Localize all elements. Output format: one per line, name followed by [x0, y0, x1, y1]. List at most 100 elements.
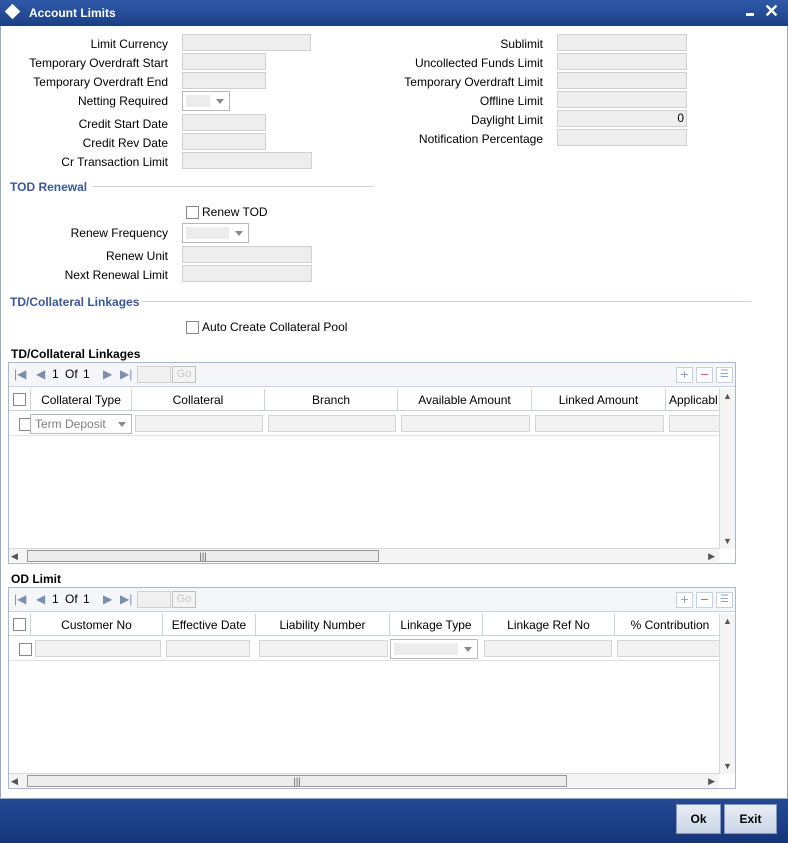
add-row-icon[interactable]: + — [676, 367, 693, 383]
column-header[interactable]: Collateral Type — [31, 389, 132, 411]
uncollected-funds-limit-label: Uncollected Funds Limit — [414, 56, 543, 70]
page-number-input[interactable] — [137, 591, 171, 608]
collateral-type-select[interactable]: Term Deposit — [30, 414, 132, 434]
close-icon[interactable]: ✕ — [764, 1, 779, 21]
vertical-scrollbar[interactable]: ▲ ▼ — [719, 389, 735, 549]
vertical-scrollbar[interactable]: ▲ ▼ — [719, 614, 735, 774]
page-number-input[interactable] — [137, 366, 171, 383]
available-amount-input[interactable] — [401, 415, 530, 432]
exit-button[interactable]: Exit — [724, 804, 777, 834]
notification-percentage-input[interactable] — [557, 129, 687, 146]
temp-overdraft-start-label: Temporary Overdraft Start — [29, 56, 168, 70]
contribution-input[interactable] — [617, 640, 721, 657]
horizontal-scrollbar[interactable]: ◀ ||| ▶ — [9, 773, 719, 787]
limit-currency-input[interactable] — [182, 34, 311, 51]
daylight-limit-input[interactable]: 0 — [557, 110, 687, 127]
branch-input[interactable] — [268, 415, 396, 432]
single-view-icon[interactable]: ☰ — [716, 592, 733, 608]
select-all-checkbox[interactable] — [13, 618, 26, 631]
temp-overdraft-end-label: Temporary Overdraft End — [33, 75, 168, 89]
temp-overdraft-end-input[interactable] — [182, 72, 266, 89]
prev-page-icon[interactable]: ◀ — [36, 592, 45, 606]
column-header[interactable]: Customer No — [31, 614, 163, 636]
collateral-grid-title: TD/Collateral Linkages — [11, 347, 141, 361]
scroll-up-icon[interactable]: ▲ — [723, 615, 732, 627]
renew-unit-label: Renew Unit — [105, 249, 168, 263]
auto-create-collateral-pool-checkbox[interactable] — [186, 321, 199, 334]
scroll-right-icon[interactable]: ▶ — [708, 550, 715, 562]
delete-row-icon[interactable]: − — [696, 592, 713, 608]
linkage-type-select[interactable] — [390, 639, 478, 659]
temp-overdraft-start-input[interactable] — [182, 53, 266, 70]
credit-start-date-input[interactable] — [182, 114, 266, 131]
go-button[interactable]: Go — [172, 591, 196, 608]
scroll-down-icon[interactable]: ▼ — [723, 760, 732, 772]
first-page-icon[interactable]: |◀ — [14, 592, 26, 606]
renew-frequency-select[interactable] — [182, 223, 249, 243]
collateral-input[interactable] — [135, 415, 263, 432]
column-header[interactable]: % Contribution — [615, 614, 726, 636]
netting-required-select[interactable] — [182, 91, 230, 111]
column-header[interactable]: Linkage Ref No — [483, 614, 615, 636]
table-row: Term Deposit — [9, 412, 721, 436]
column-header[interactable]: Available Amount — [398, 389, 532, 411]
add-row-icon[interactable]: + — [676, 592, 693, 608]
current-page: 1 — [52, 367, 59, 381]
temp-overdraft-limit-input[interactable] — [557, 72, 687, 89]
last-page-icon[interactable]: ▶| — [120, 592, 132, 606]
offline-limit-input[interactable] — [557, 91, 687, 108]
scroll-thumb[interactable]: ||| — [27, 775, 567, 787]
scroll-left-icon[interactable]: ◀ — [11, 775, 18, 787]
applicable-input[interactable] — [669, 415, 721, 432]
column-header[interactable]: Effective Date — [163, 614, 256, 636]
select-all-cell — [9, 614, 31, 636]
column-header[interactable]: Linked Amount — [532, 389, 666, 411]
linked-amount-input[interactable] — [535, 415, 664, 432]
row-checkbox[interactable] — [19, 643, 32, 656]
linkage-ref-no-input[interactable] — [484, 640, 612, 657]
column-header[interactable]: Linkage Type — [390, 614, 483, 636]
scroll-left-icon[interactable]: ◀ — [11, 550, 18, 562]
window-title: Account Limits — [29, 6, 116, 20]
effective-date-input[interactable] — [166, 640, 250, 657]
first-page-icon[interactable]: |◀ — [14, 367, 26, 381]
of-label: Of — [65, 592, 78, 606]
column-header[interactable]: Collateral — [132, 389, 265, 411]
delete-row-icon[interactable]: − — [696, 367, 713, 383]
prev-page-icon[interactable]: ◀ — [36, 367, 45, 381]
column-header[interactable]: Liability Number — [256, 614, 390, 636]
next-page-icon[interactable]: ▶ — [103, 592, 112, 606]
grid-header: Customer No Effective Date Liability Num… — [9, 614, 726, 636]
last-page-icon[interactable]: ▶| — [120, 367, 132, 381]
renew-unit-input[interactable] — [182, 246, 312, 263]
horizontal-scrollbar[interactable]: ◀ ||| ▶ — [9, 548, 719, 562]
scroll-right-icon[interactable]: ▶ — [708, 775, 715, 787]
next-renewal-limit-input[interactable] — [182, 265, 312, 282]
cr-transaction-limit-input[interactable] — [182, 152, 312, 169]
daylight-limit-label: Daylight Limit — [470, 113, 543, 127]
section-divider — [92, 186, 374, 187]
customer-no-input[interactable] — [35, 640, 161, 657]
total-pages: 1 — [83, 367, 90, 381]
cr-transaction-limit-label: Cr Transaction Limit — [61, 155, 168, 169]
go-button[interactable]: Go — [172, 366, 196, 383]
sublimit-input[interactable] — [557, 34, 687, 51]
ok-button[interactable]: Ok — [676, 804, 721, 834]
scroll-thumb[interactable]: ||| — [27, 550, 379, 562]
column-header[interactable]: Branch — [265, 389, 398, 411]
scroll-up-icon[interactable]: ▲ — [723, 390, 732, 402]
chevron-down-icon — [464, 647, 472, 652]
column-header[interactable]: Applicabl — [666, 389, 726, 411]
minimize-icon[interactable] — [746, 13, 754, 16]
next-page-icon[interactable]: ▶ — [103, 367, 112, 381]
footer-bar: Ok Exit — [0, 799, 788, 843]
collateral-type-value: Term Deposit — [35, 417, 106, 431]
scroll-down-icon[interactable]: ▼ — [723, 535, 732, 547]
next-renewal-limit-label: Next Renewal Limit — [64, 268, 168, 282]
renew-tod-checkbox[interactable] — [186, 206, 199, 219]
liability-number-input[interactable] — [259, 640, 388, 657]
single-view-icon[interactable]: ☰ — [716, 367, 733, 383]
credit-rev-date-input[interactable] — [182, 133, 266, 150]
select-all-checkbox[interactable] — [13, 393, 26, 406]
uncollected-funds-limit-input[interactable] — [557, 53, 687, 70]
